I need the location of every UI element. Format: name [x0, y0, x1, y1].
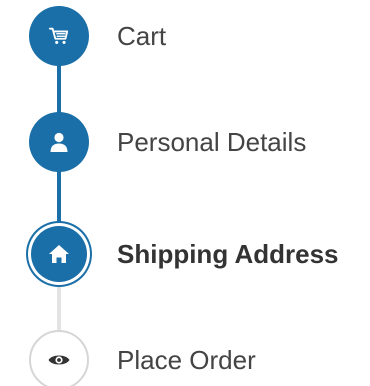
- step-shipping-address[interactable]: Shipping Address: [0, 222, 370, 286]
- step-connector-shipping-order: [57, 282, 61, 334]
- eye-icon: [47, 348, 71, 372]
- step-cart-circle[interactable]: [29, 6, 89, 66]
- home-icon: [47, 242, 71, 266]
- step-personal-details-circle[interactable]: [29, 112, 89, 172]
- step-connector-personal-shipping: [57, 166, 61, 224]
- checkout-stepper: Cart Personal Details Shipping Address P…: [0, 0, 370, 386]
- step-personal-details-label: Personal Details: [117, 126, 307, 157]
- step-cart-label: Cart: [117, 20, 167, 51]
- step-shipping-address-circle[interactable]: [31, 226, 87, 282]
- step-personal-details[interactable]: Personal Details: [0, 110, 370, 174]
- user-icon: [47, 130, 71, 154]
- step-cart[interactable]: Cart: [0, 4, 370, 68]
- step-connector-cart-personal: [57, 62, 61, 116]
- step-place-order[interactable]: Place Order: [0, 328, 370, 386]
- step-shipping-address-label: Shipping Address: [117, 238, 339, 269]
- cart-icon: [48, 25, 70, 47]
- step-place-order-circle[interactable]: [29, 330, 89, 386]
- step-place-order-label: Place Order: [117, 344, 256, 375]
